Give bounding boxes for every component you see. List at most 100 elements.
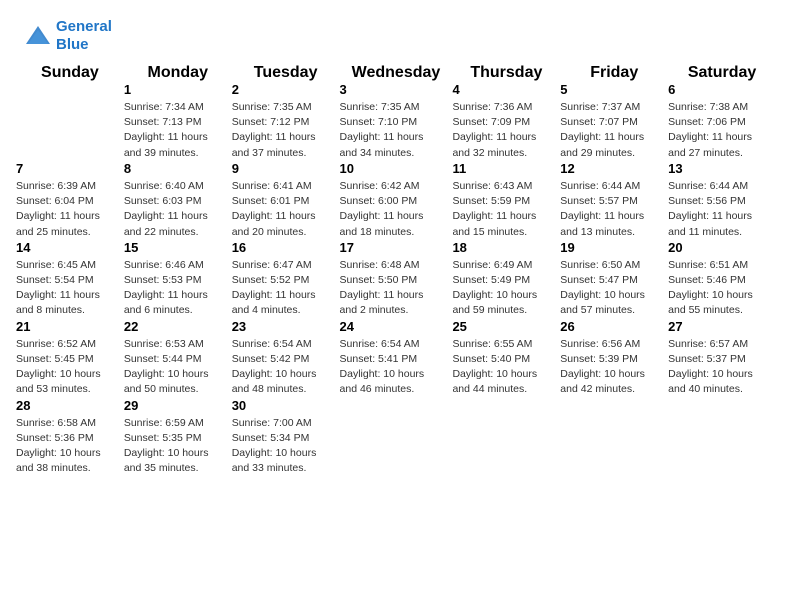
- day-info: Sunrise: 6:48 AMSunset: 5:50 PMDaylight:…: [340, 258, 453, 319]
- day-info: Sunrise: 6:50 AMSunset: 5:47 PMDaylight:…: [560, 258, 668, 319]
- day-info: Sunrise: 6:54 AMSunset: 5:42 PMDaylight:…: [232, 337, 340, 398]
- day-number: 14: [16, 240, 124, 255]
- day-cell: 24Sunrise: 6:54 AMSunset: 5:41 PMDayligh…: [340, 319, 453, 398]
- day-info: Sunrise: 6:45 AMSunset: 5:54 PMDaylight:…: [16, 258, 124, 319]
- day-number: 3: [340, 82, 453, 97]
- day-number: 13: [668, 161, 776, 176]
- header-row: SundayMondayTuesdayWednesdayThursdayFrid…: [16, 64, 776, 82]
- day-header-wednesday: Wednesday: [340, 64, 453, 82]
- day-info: Sunrise: 6:58 AMSunset: 5:36 PMDaylight:…: [16, 416, 124, 477]
- day-header-friday: Friday: [560, 64, 668, 82]
- day-cell: 29Sunrise: 6:59 AMSunset: 5:35 PMDayligh…: [124, 398, 232, 477]
- day-info: Sunrise: 6:41 AMSunset: 6:01 PMDaylight:…: [232, 179, 340, 240]
- day-info: Sunrise: 6:56 AMSunset: 5:39 PMDaylight:…: [560, 337, 668, 398]
- day-header-thursday: Thursday: [452, 64, 560, 82]
- calendar-wrapper: SundayMondayTuesdayWednesdayThursdayFrid…: [0, 64, 792, 492]
- day-info: Sunrise: 6:40 AMSunset: 6:03 PMDaylight:…: [124, 179, 232, 240]
- day-cell: 18 Sunrise: 6:49 AMSunset: 5:49 PMDayligh…: [452, 240, 560, 319]
- day-cell: 11 Sunrise: 6:43 AMSunset: 5:59 PMDayligh…: [452, 161, 560, 240]
- day-info: Sunrise: 7:38 AMSunset: 7:06 PMDaylight:…: [668, 100, 776, 161]
- week-row: 21 Sunrise: 6:52 AMSunset: 5:45 PMDayligh…: [16, 319, 776, 398]
- day-number: 15: [124, 240, 232, 255]
- day-cell: 8 Sunrise: 6:40 AMSunset: 6:03 PMDaylight…: [124, 161, 232, 240]
- logo-icon: [24, 22, 52, 50]
- day-info: Sunrise: 6:52 AMSunset: 5:45 PMDaylight:…: [16, 337, 124, 398]
- day-info: Sunrise: 6:44 AMSunset: 5:56 PMDaylight:…: [668, 179, 776, 240]
- day-info: Sunrise: 6:42 AMSunset: 6:00 PMDaylight:…: [340, 179, 453, 240]
- day-header-sunday: Sunday: [16, 64, 124, 82]
- day-cell: 12Sunrise: 6:44 AMSunset: 5:57 PMDayligh…: [560, 161, 668, 240]
- logo-text: General Blue: [56, 18, 112, 54]
- day-cell: 14 Sunrise: 6:45 AMSunset: 5:54 PMDayligh…: [16, 240, 124, 319]
- day-cell: [452, 398, 560, 477]
- day-number: 28: [16, 398, 124, 413]
- day-info: Sunrise: 6:49 AMSunset: 5:49 PMDaylight:…: [452, 258, 560, 319]
- day-cell: [16, 82, 124, 161]
- day-number: 2: [232, 82, 340, 97]
- day-number: 23: [232, 319, 340, 334]
- week-row: 7 Sunrise: 6:39 AMSunset: 6:04 PMDaylight…: [16, 161, 776, 240]
- day-cell: 1 Sunrise: 7:34 AMSunset: 7:13 PMDaylight…: [124, 82, 232, 161]
- day-number: 1: [124, 82, 232, 97]
- day-cell: 2 Sunrise: 7:35 AMSunset: 7:12 PMDaylight…: [232, 82, 340, 161]
- day-info: Sunrise: 6:51 AMSunset: 5:46 PMDaylight:…: [668, 258, 776, 319]
- day-cell: 19 Sunrise: 6:50 AMSunset: 5:47 PMDayligh…: [560, 240, 668, 319]
- day-cell: 25 Sunrise: 6:55 AMSunset: 5:40 PMDayligh…: [452, 319, 560, 398]
- day-number: 22: [124, 319, 232, 334]
- day-number: 10: [340, 161, 453, 176]
- logo-blue: Blue: [56, 36, 89, 53]
- day-cell: [668, 398, 776, 477]
- day-info: Sunrise: 7:35 AMSunset: 7:10 PMDaylight:…: [340, 100, 453, 161]
- day-cell: [340, 398, 453, 477]
- day-number: 9: [232, 161, 340, 176]
- day-info: Sunrise: 6:43 AMSunset: 5:59 PMDaylight:…: [452, 179, 560, 240]
- page: General Blue SundayMondayTuesdayWednesda…: [0, 0, 792, 612]
- day-number: 25: [452, 319, 560, 334]
- day-cell: 7 Sunrise: 6:39 AMSunset: 6:04 PMDaylight…: [16, 161, 124, 240]
- day-cell: 22 Sunrise: 6:53 AMSunset: 5:44 PMDayligh…: [124, 319, 232, 398]
- day-number: 27: [668, 319, 776, 334]
- day-number: 20: [668, 240, 776, 255]
- day-cell: 28 Sunrise: 6:58 AMSunset: 5:36 PMDayligh…: [16, 398, 124, 477]
- day-cell: [560, 398, 668, 477]
- day-info: Sunrise: 6:47 AMSunset: 5:52 PMDaylight:…: [232, 258, 340, 319]
- day-info: Sunrise: 7:36 AMSunset: 7:09 PMDaylight:…: [452, 100, 560, 161]
- logo-general: General: [56, 18, 112, 35]
- day-info: Sunrise: 6:55 AMSunset: 5:40 PMDaylight:…: [452, 337, 560, 398]
- day-cell: 16 Sunrise: 6:47 AMSunset: 5:52 PMDayligh…: [232, 240, 340, 319]
- day-header-tuesday: Tuesday: [232, 64, 340, 82]
- day-number: 11: [452, 161, 560, 176]
- day-info: Sunrise: 7:35 AMSunset: 7:12 PMDaylight:…: [232, 100, 340, 161]
- day-info: Sunrise: 6:53 AMSunset: 5:44 PMDaylight:…: [124, 337, 232, 398]
- day-number: 24: [340, 319, 453, 334]
- week-row: 1 Sunrise: 7:34 AMSunset: 7:13 PMDaylight…: [16, 82, 776, 161]
- day-number: 18: [452, 240, 560, 255]
- day-cell: 6Sunrise: 7:38 AMSunset: 7:06 PMDaylight…: [668, 82, 776, 161]
- day-cell: 3 Sunrise: 7:35 AMSunset: 7:10 PMDaylight…: [340, 82, 453, 161]
- day-info: Sunrise: 7:34 AMSunset: 7:13 PMDaylight:…: [124, 100, 232, 161]
- day-number: 19: [560, 240, 668, 255]
- calendar-table: SundayMondayTuesdayWednesdayThursdayFrid…: [16, 64, 776, 476]
- day-number: 29: [124, 398, 232, 413]
- day-cell: 21 Sunrise: 6:52 AMSunset: 5:45 PMDayligh…: [16, 319, 124, 398]
- day-number: 12: [560, 161, 668, 176]
- day-cell: 13 Sunrise: 6:44 AMSunset: 5:56 PMDayligh…: [668, 161, 776, 240]
- day-number: 26: [560, 319, 668, 334]
- day-cell: 23 Sunrise: 6:54 AMSunset: 5:42 PMDayligh…: [232, 319, 340, 398]
- day-header-saturday: Saturday: [668, 64, 776, 82]
- week-row: 14 Sunrise: 6:45 AMSunset: 5:54 PMDayligh…: [16, 240, 776, 319]
- day-info: Sunrise: 7:00 AMSunset: 5:34 PMDaylight:…: [232, 416, 340, 477]
- day-cell: 9 Sunrise: 6:41 AMSunset: 6:01 PMDaylight…: [232, 161, 340, 240]
- day-info: Sunrise: 6:57 AMSunset: 5:37 PMDaylight:…: [668, 337, 776, 398]
- day-number: 17: [340, 240, 453, 255]
- day-header-monday: Monday: [124, 64, 232, 82]
- header: General Blue: [0, 0, 792, 64]
- day-number: 21: [16, 319, 124, 334]
- day-cell: 5Sunrise: 7:37 AMSunset: 7:07 PMDaylight…: [560, 82, 668, 161]
- day-number: 7: [16, 161, 124, 176]
- day-number: 16: [232, 240, 340, 255]
- day-info: Sunrise: 6:39 AMSunset: 6:04 PMDaylight:…: [16, 179, 124, 240]
- day-cell: 10 Sunrise: 6:42 AMSunset: 6:00 PMDayligh…: [340, 161, 453, 240]
- day-number: 4: [452, 82, 560, 97]
- day-number: 8: [124, 161, 232, 176]
